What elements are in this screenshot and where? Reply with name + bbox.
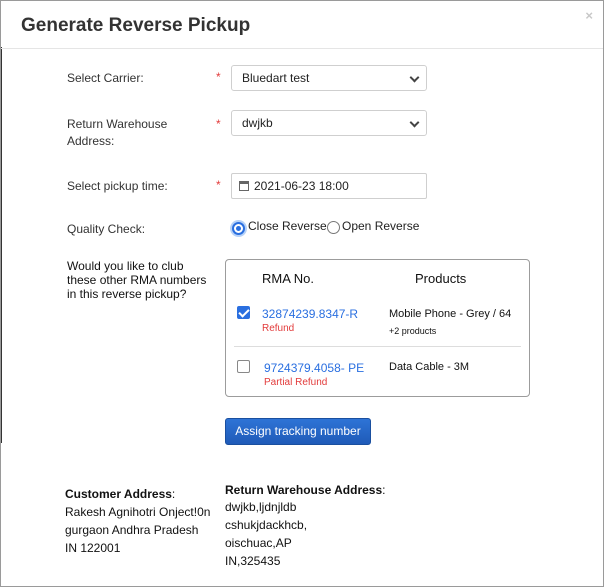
club-question-line2: these other RMA numbers xyxy=(67,273,207,287)
modal-header: Generate Reverse Pickup × xyxy=(1,1,603,49)
pickup-time-input[interactable]: 2021-06-23 18:00 xyxy=(231,173,427,199)
close-reverse-label[interactable]: Close Reverse xyxy=(248,219,327,233)
return-address-title: Return Warehouse Address xyxy=(225,483,383,497)
return-address-line: IN,325435 xyxy=(225,554,281,568)
rma-product: Mobile Phone - Grey / 64 xyxy=(389,308,512,320)
warehouse-label-line2: Address: xyxy=(67,134,115,148)
warehouse-select-value: dwjkb xyxy=(242,116,273,130)
chevron-down-icon xyxy=(409,72,420,83)
close-reverse-radio[interactable] xyxy=(232,222,245,235)
carrier-select-value: Bluedart test xyxy=(242,71,310,85)
close-icon[interactable]: × xyxy=(585,8,593,23)
rma-more-products: +2 products xyxy=(389,326,437,336)
rma-type-badge: Refund xyxy=(262,323,295,334)
warehouse-select[interactable]: dwjkb xyxy=(231,110,427,136)
required-mark: * xyxy=(216,117,221,131)
warehouse-label-line1: Return Warehouse xyxy=(67,117,168,131)
customer-address-heading: Customer Address: xyxy=(65,487,175,501)
quality-check-label: Quality Check: xyxy=(67,222,146,236)
products-column-header: Products xyxy=(415,271,467,286)
customer-address-title: Customer Address xyxy=(65,487,172,501)
return-address-heading: Return Warehouse Address: xyxy=(225,483,386,497)
rma-row-checkbox[interactable] xyxy=(237,306,250,319)
rma-column-header: RMA No. xyxy=(262,271,315,286)
rma-product: Data Cable - 3M xyxy=(389,361,470,373)
required-mark: * xyxy=(216,70,221,84)
pickup-time-value: 2021-06-23 18:00 xyxy=(254,179,349,193)
window-edge xyxy=(1,47,2,443)
return-address-colon: : xyxy=(382,483,386,497)
return-address-line: cshukjdackhcb, xyxy=(225,518,308,532)
pickup-time-label: Select pickup time: xyxy=(67,179,168,193)
rma-type-badge: Partial Refund xyxy=(264,377,328,388)
customer-address-colon: : xyxy=(171,487,176,501)
customer-address-line: gurgaon Andhra Pradesh xyxy=(65,523,199,537)
rma-table: RMA No. Products 32874239.8347-R Refund … xyxy=(225,259,530,397)
required-mark: * xyxy=(216,178,221,192)
rma-row-checkbox[interactable] xyxy=(237,360,250,373)
assign-tracking-button[interactable]: Assign tracking number xyxy=(225,418,371,445)
open-reverse-label[interactable]: Open Reverse xyxy=(342,219,419,233)
warehouse-label: Return Warehouse Address: xyxy=(67,116,167,150)
club-question-line1: Would you like to club xyxy=(67,259,184,273)
club-question-line3: in this reverse pickup? xyxy=(67,287,187,301)
open-reverse-radio[interactable] xyxy=(327,221,340,234)
club-rma-question: Would you like to club these other RMA n… xyxy=(67,259,217,301)
customer-address-line: Rakesh Agnihotri Onject!0n xyxy=(65,505,211,519)
chevron-down-icon xyxy=(409,117,420,128)
customer-address-line: IN 122001 xyxy=(65,541,121,555)
rma-number-link[interactable]: 32874239.8347-R xyxy=(262,307,358,321)
carrier-label: Select Carrier: xyxy=(67,71,144,85)
return-address-line: oischuac,AP xyxy=(225,536,292,550)
row-divider xyxy=(234,346,521,347)
rma-number-link[interactable]: 9724379.4058- PE xyxy=(264,361,364,375)
return-address-line: dwjkb,ljdnjldb xyxy=(225,500,297,514)
modal-title: Generate Reverse Pickup xyxy=(21,15,251,36)
calendar-icon xyxy=(239,181,249,191)
carrier-select[interactable]: Bluedart test xyxy=(231,65,427,91)
reverse-pickup-modal: Generate Reverse Pickup × Select Carrier… xyxy=(0,0,604,587)
